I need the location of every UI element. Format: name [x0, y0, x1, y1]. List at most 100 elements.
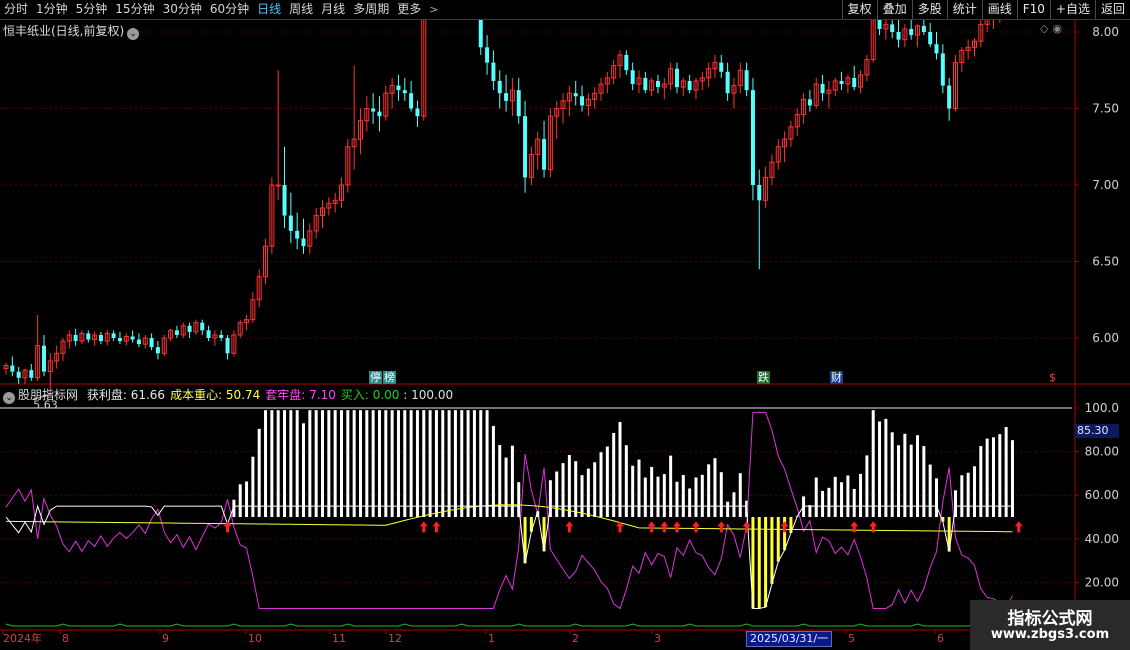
candle-body — [225, 338, 230, 354]
chevron-down-icon[interactable]: ⌄ — [3, 392, 15, 404]
period-tab-10[interactable]: 更多 — [393, 0, 425, 19]
candle-body — [839, 80, 844, 85]
profit-bar — [966, 472, 970, 517]
toolbar-button-4[interactable]: 画线 — [981, 0, 1017, 19]
chart-canvas[interactable]: 9.509.008.508.007.507.006.506.009.895.63… — [0, 20, 1130, 650]
profit-bar — [409, 410, 413, 517]
toolbar-button-1[interactable]: 叠加 — [876, 0, 912, 19]
profit-bar — [390, 410, 394, 517]
profit-bar — [567, 455, 571, 517]
event-marker-4[interactable]: $ — [1048, 371, 1057, 384]
profit-bar — [878, 421, 882, 517]
candle-body — [111, 333, 116, 338]
buy-arrow-icon — [647, 521, 656, 533]
buy-arrow-icon — [717, 521, 726, 533]
profit-bar — [694, 477, 698, 517]
candle-body — [98, 334, 103, 342]
buy-line — [5, 623, 1013, 627]
chevron-down-icon[interactable]: ⌄ — [127, 28, 140, 40]
candle-body — [523, 116, 528, 178]
profit-bar — [827, 487, 831, 517]
candle-body — [807, 99, 812, 106]
profit-bar — [574, 461, 578, 517]
profit-bar — [808, 505, 812, 517]
profit-bar — [726, 501, 730, 517]
period-tab-1[interactable]: 1分钟 — [32, 0, 72, 19]
candle-body — [928, 32, 933, 45]
profit-bar — [314, 410, 318, 517]
period-tab-3[interactable]: 15分钟 — [111, 0, 158, 19]
profit-bar — [985, 438, 989, 517]
indicator-item-2: 套牢盘: 7.10 — [265, 388, 336, 402]
indicator-extra-value: : 100.00 — [403, 388, 454, 402]
period-toolbar: 分时 1分钟 5分钟 15分钟 30分钟 60分钟 日线 周线 月线 多周期 更多 > 复权 叠加 多股统… — [0, 0, 1130, 20]
buy-arrow-icon — [780, 521, 789, 533]
profit-bar — [852, 488, 856, 517]
main-chart-header: 恒丰纸业(日线,前复权) ⌄ — [3, 22, 140, 40]
profit-bar — [308, 410, 312, 517]
candle-body — [155, 347, 160, 354]
period-tab-8[interactable]: 月线 — [317, 0, 349, 19]
profit-bar — [599, 452, 603, 517]
candle-body — [630, 70, 635, 85]
buy-arrow-icon — [432, 521, 441, 533]
watermark-title: 指标公式网 — [1007, 609, 1093, 629]
toolbar-button-2[interactable]: 多股 — [911, 0, 947, 19]
candle-body — [485, 47, 490, 63]
buy-arrow-icon — [691, 521, 700, 533]
toolbar-button-5[interactable]: F10 — [1016, 0, 1050, 19]
toolbar-button-7[interactable]: 返回 — [1094, 0, 1130, 19]
profit-bar — [586, 468, 590, 517]
candle-body — [744, 70, 749, 91]
event-marker-3[interactable]: 财 — [830, 371, 843, 384]
stock-title: 恒丰纸业(日线,前复权) — [3, 24, 125, 38]
candle-body — [136, 339, 141, 345]
period-tab-4[interactable]: 30分钟 — [159, 0, 206, 19]
candle-body — [542, 139, 547, 170]
profit-bar — [960, 475, 964, 517]
indicator-item-0: 获利盘: 61.66 — [86, 388, 166, 402]
indicator-header: ⌄ 股朋指标网 获利盘: 61.66 成本重心: 50.74 套牢盘: 7.10 买入:… — [3, 386, 453, 404]
profit-bar — [1004, 427, 1008, 517]
profit-bar — [700, 474, 704, 517]
diamond-icon[interactable]: ◇ — [1040, 22, 1048, 35]
candle-body — [288, 215, 293, 231]
period-tab-9[interactable]: 多周期 — [349, 0, 393, 19]
profit-bar — [352, 410, 356, 517]
profit-bar — [415, 410, 419, 517]
profit-bar — [339, 410, 343, 517]
price-tick-label: 6.50 — [1092, 255, 1119, 269]
profit-bar — [485, 410, 489, 517]
buy-arrow-icon — [419, 521, 428, 533]
profit-bar — [928, 464, 932, 517]
profit-bar — [264, 410, 268, 517]
period-tab-7[interactable]: 周线 — [285, 0, 317, 19]
event-marker-1[interactable]: 榜 — [383, 371, 396, 384]
period-tab-6[interactable]: 日线 — [253, 0, 285, 19]
event-marker-2[interactable]: 跌 — [757, 371, 770, 384]
toolbar-button-3[interactable]: 统计 — [946, 0, 982, 19]
settings-icon[interactable]: ◉ — [1052, 22, 1062, 35]
profit-bar — [422, 410, 426, 517]
event-marker-0[interactable]: 停 — [369, 371, 382, 384]
candle-body — [719, 62, 724, 72]
profit-bar — [504, 457, 508, 517]
candle-body — [29, 370, 34, 378]
period-tab-5[interactable]: 60分钟 — [206, 0, 253, 19]
trapped-bar — [757, 517, 761, 609]
candle-body — [282, 185, 287, 216]
period-tabs: 分时 1分钟 5分钟 15分钟 30分钟 60分钟 日线 周线 月线 多周期 更多 > — [0, 0, 442, 19]
chevron-right-icon[interactable]: > — [425, 0, 442, 19]
candle-body — [643, 77, 648, 91]
profit-bar — [935, 478, 939, 517]
toolbar-button-6[interactable]: +自选 — [1049, 0, 1095, 19]
period-tab-2[interactable]: 5分钟 — [72, 0, 112, 19]
profit-bar — [821, 490, 825, 517]
watermark-url: www.zbgs3.com — [990, 627, 1110, 642]
period-tab-0[interactable]: 分时 — [0, 0, 32, 19]
toolbar-button-0[interactable]: 复权 — [841, 0, 877, 19]
indicator-tick-label: 60.00 — [1085, 488, 1119, 502]
price-tick-label: 7.00 — [1092, 178, 1119, 192]
indicator-value-badge: 85.30 — [1075, 424, 1119, 438]
current-date-label: 2025/03/31/一 — [746, 631, 833, 647]
